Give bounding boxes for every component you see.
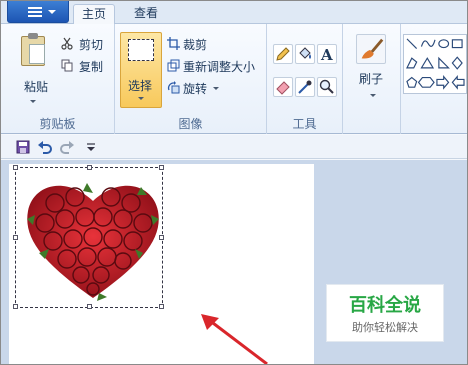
image-group: 选择 裁剪 重新调整大小 旋转 图像 — [115, 24, 267, 134]
pentagon-icon — [406, 76, 418, 88]
watermark-title: 百科全说 — [349, 295, 421, 316]
resize-handle[interactable] — [13, 235, 18, 240]
brushes-button[interactable]: 刷子 — [343, 24, 401, 104]
watermark-subtitle: 助你轻松解决 — [352, 321, 418, 334]
drawing-canvas[interactable] — [9, 164, 314, 364]
paste-button[interactable]: 粘贴 — [15, 32, 51, 108]
copy-button[interactable]: 复制 — [61, 58, 111, 74]
shapes-gallery-icons — [406, 38, 465, 90]
quick-access-toolbar — [1, 135, 467, 159]
redo-icon — [60, 141, 74, 154]
brushes-group: 刷子 — [343, 24, 401, 134]
resize-handle[interactable] — [13, 165, 18, 170]
fill-tool[interactable] — [295, 44, 315, 64]
resize-handle[interactable] — [159, 235, 164, 240]
tab-view[interactable]: 查看 — [125, 4, 167, 25]
svg-text:A: A — [320, 46, 333, 63]
crop-icon — [167, 37, 180, 50]
customize-icon — [87, 143, 95, 151]
eraser-tool[interactable] — [273, 77, 293, 97]
diamond-icon — [451, 56, 463, 70]
chevron-down-icon — [138, 97, 144, 100]
selection-icon — [128, 39, 154, 61]
resize-handle[interactable] — [159, 304, 164, 309]
triangle-icon — [420, 57, 435, 69]
magnifier-tool[interactable] — [317, 77, 337, 97]
resize-icon — [167, 59, 180, 72]
shapes-group — [401, 24, 467, 134]
clipboard-group-label: 剪贴板 — [39, 117, 76, 131]
rose-heart-image — [27, 183, 159, 301]
menu-icon — [28, 7, 42, 17]
paste-label: 粘贴 — [24, 80, 49, 94]
rotate-icon — [167, 81, 180, 94]
save-button[interactable] — [15, 139, 31, 155]
rotate-button[interactable]: 旋转 — [167, 80, 231, 96]
crop-label: 裁剪 — [183, 38, 208, 52]
tab-home[interactable]: 主页 — [73, 4, 115, 25]
pencil-icon — [276, 47, 290, 61]
copy-label: 复制 — [79, 60, 104, 74]
color-picker-icon — [298, 80, 312, 94]
polygon-icon — [406, 57, 418, 69]
clipboard-icon — [21, 33, 45, 66]
copy-icon — [61, 59, 73, 72]
ribbon: 粘贴 剪切 复制 剪贴板 选择 裁剪 重新调整大小 旋转 图像 A 工具 刷子 — [1, 24, 467, 134]
select-label: 选择 — [128, 79, 153, 93]
paint-menu-button[interactable] — [7, 1, 69, 23]
crop-button[interactable]: 裁剪 — [167, 36, 227, 52]
curve-icon — [420, 39, 436, 47]
brush-icon — [356, 34, 386, 64]
customize-quick-access-button[interactable] — [83, 139, 99, 155]
chevron-down-icon — [48, 10, 56, 14]
right-triangle-icon — [438, 56, 450, 69]
cut-label: 剪切 — [79, 38, 104, 52]
paint-window: 主页 查看 粘贴 剪切 复制 剪贴板 选择 裁剪 重新调整大小 旋转 图像 A … — [0, 0, 468, 365]
eraser-icon — [276, 81, 290, 95]
resize-button[interactable]: 重新调整大小 — [167, 58, 265, 74]
watermark-logo: 百科全说 助你轻松解决 — [326, 284, 444, 342]
left-arrow-icon — [451, 74, 465, 90]
cut-button[interactable]: 剪切 — [61, 36, 111, 52]
tools-group: A 工具 — [267, 24, 343, 134]
tools-group-label: 工具 — [292, 117, 317, 131]
clipboard-group: 粘贴 剪切 复制 剪贴板 — [1, 24, 115, 134]
brushes-label: 刷子 — [359, 72, 384, 86]
resize-handle[interactable] — [159, 165, 164, 170]
rectangle-icon — [451, 39, 463, 49]
resize-handle[interactable] — [13, 304, 18, 309]
undo-button[interactable] — [37, 139, 53, 155]
selection-rectangle[interactable] — [13, 165, 164, 309]
resize-label: 重新调整大小 — [183, 60, 256, 74]
color-picker-tool[interactable] — [295, 77, 315, 97]
line-icon — [406, 38, 418, 49]
resize-handle[interactable] — [87, 165, 92, 170]
image-group-label: 图像 — [178, 117, 203, 131]
select-button[interactable]: 选择 — [120, 32, 162, 108]
chevron-down-icon — [30, 100, 36, 103]
oval-icon — [438, 39, 450, 49]
undo-icon — [38, 141, 52, 154]
rotate-label: 旋转 — [183, 82, 208, 96]
magnifier-icon — [319, 79, 334, 94]
chevron-down-icon — [370, 94, 376, 97]
pencil-tool[interactable] — [273, 44, 293, 64]
shapes-gallery[interactable] — [403, 34, 467, 94]
chevron-down-icon — [213, 87, 219, 90]
ribbon-tab-bar: 主页 查看 — [1, 1, 467, 25]
resize-handle[interactable] — [87, 304, 92, 309]
save-icon — [16, 140, 30, 154]
hexagon-icon — [417, 76, 435, 88]
fill-icon — [299, 47, 311, 59]
text-icon: A — [320, 46, 333, 64]
scissors-icon — [61, 37, 73, 50]
annotation-arrow-icon — [201, 314, 268, 364]
text-tool[interactable]: A — [317, 44, 337, 64]
right-arrow-icon — [436, 74, 450, 90]
redo-button[interactable] — [59, 139, 75, 155]
